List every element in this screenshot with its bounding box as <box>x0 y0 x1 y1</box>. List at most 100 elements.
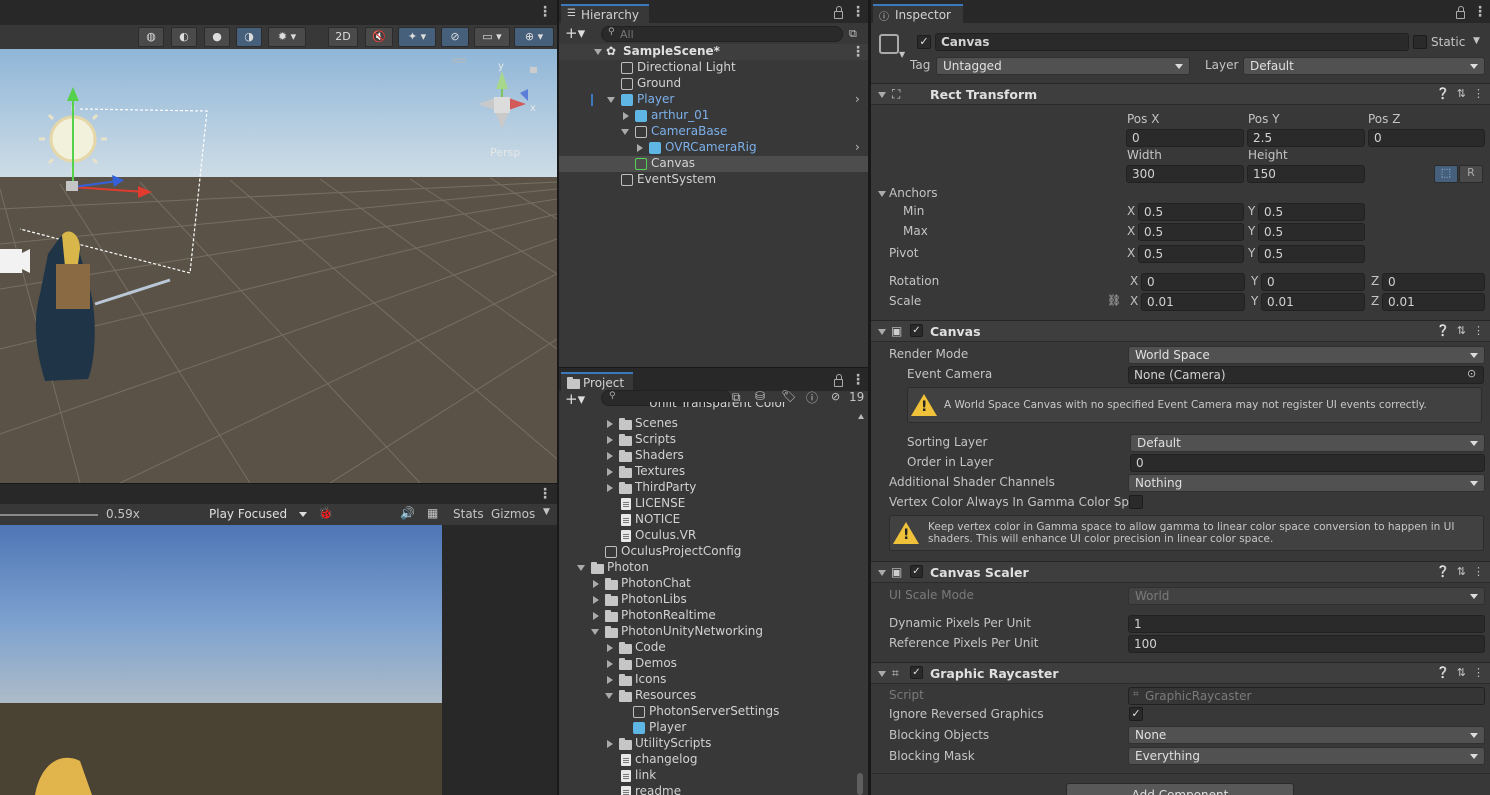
project-row-player-prefab[interactable]: Player <box>559 720 868 736</box>
fold-closed-icon[interactable] <box>607 436 613 444</box>
project-row-oculus-vr[interactable]: Oculus.VR <box>559 528 868 544</box>
filter-type-icon[interactable]: ⛁ <box>755 389 765 403</box>
shaded-wire-button[interactable]: ◍ <box>138 27 164 47</box>
rotation-z-input[interactable]: 0 <box>1382 273 1485 291</box>
object-name-input[interactable]: Canvas <box>935 33 1409 51</box>
chevron-right-icon[interactable]: › <box>855 140 860 154</box>
project-row-textures[interactable]: Textures <box>559 464 868 480</box>
fold-open-icon[interactable] <box>878 570 886 576</box>
fold-open-icon[interactable] <box>577 565 585 571</box>
filter-label-icon[interactable]: 🏷 <box>781 389 796 403</box>
reference-ppu-input[interactable]: 100 <box>1128 635 1485 653</box>
inspector-lock-icon[interactable] <box>1456 6 1465 19</box>
play-mode-dropdown[interactable]: Play Focused <box>202 505 314 523</box>
project-row-link[interactable]: link <box>559 768 868 784</box>
fold-closed-icon[interactable] <box>607 452 613 460</box>
tree-row-canvas[interactable]: Canvas <box>559 156 868 172</box>
rect-transform-header[interactable]: ⛶ Rect Transform ❔ ⇅ ⋮ <box>871 83 1490 105</box>
sorting-layer-dropdown[interactable]: Default <box>1130 434 1485 452</box>
scene-row-menu-icon[interactable]: ⋮ <box>851 44 865 60</box>
project-row-pun[interactable]: PhotonUnityNetworking <box>559 624 868 640</box>
canvas-header[interactable]: ▣ ✓ Canvas ❔ ⇅ ⋮ <box>871 320 1490 342</box>
rotation-x-input[interactable]: 0 <box>1141 273 1245 291</box>
audio-toggle-button[interactable]: 🔇 <box>365 27 393 47</box>
splitter-vertical-left[interactable] <box>557 0 559 795</box>
debug-draw-button[interactable]: ✹ ▾ <box>268 27 306 47</box>
project-row-code[interactable]: Code <box>559 640 868 656</box>
inspector-menu-icon[interactable]: ⋮ <box>1473 4 1487 20</box>
vertex-color-checkbox[interactable] <box>1129 495 1143 509</box>
splitter-horizontal-left[interactable] <box>0 483 557 484</box>
anchor-max-x-input[interactable]: 0.5 <box>1138 223 1244 241</box>
graphic-raycaster-header[interactable]: ⌗ ✓ Graphic Raycaster ❔ ⇅ ⋮ <box>871 662 1490 684</box>
project-row-utilityscripts[interactable]: UtilityScripts <box>559 736 868 752</box>
anchor-min-x-input[interactable]: 0.5 <box>1138 203 1244 221</box>
layer-dropdown[interactable]: Default <box>1243 57 1485 75</box>
fold-open-icon[interactable] <box>605 693 613 699</box>
event-camera-field[interactable]: None (Camera) <box>1128 366 1484 384</box>
canvas-scaler-enabled-checkbox[interactable]: ✓ <box>910 565 923 578</box>
dynamic-ppu-input[interactable]: 1 <box>1128 615 1485 633</box>
project-row-license[interactable]: LICENSE <box>559 496 868 512</box>
gizmos-scene-button[interactable]: ⊕ ▾ <box>514 27 554 47</box>
project-menu-icon[interactable]: ⋮ <box>851 372 865 388</box>
fold-closed-icon[interactable] <box>607 468 613 476</box>
project-row-changelog[interactable]: changelog <box>559 752 868 768</box>
component-header-icons[interactable]: ❔ ⇅ ⋮ <box>1436 87 1484 100</box>
fold-closed-icon[interactable] <box>593 612 599 620</box>
fold-open-icon[interactable] <box>594 49 602 55</box>
splitter-vertical-right[interactable] <box>868 0 871 795</box>
tree-row-ground[interactable]: Ground <box>559 76 868 92</box>
add-component-button[interactable]: Add Component <box>1066 783 1294 795</box>
inspector-tab[interactable]: ⓘ Inspector <box>873 4 963 23</box>
fold-closed-icon[interactable] <box>593 596 599 604</box>
fold-open-icon[interactable] <box>878 329 886 335</box>
hierarchy-lock-icon[interactable] <box>834 6 843 19</box>
project-row-thirdparty[interactable]: ThirdParty <box>559 480 868 496</box>
keyboard-icon[interactable]: ▦ <box>427 506 438 520</box>
project-row-photon[interactable]: Photon <box>559 560 868 576</box>
component-header-icons[interactable]: ❔ ⇅ ⋮ <box>1436 565 1484 578</box>
canvas-scaler-header[interactable]: ▣ ✓ Canvas Scaler ❔ ⇅ ⋮ <box>871 561 1490 583</box>
project-row-resources[interactable]: Resources <box>559 688 868 704</box>
lit-button[interactable]: ◑ <box>236 27 262 47</box>
fold-closed-icon[interactable] <box>607 420 613 428</box>
shader-channels-dropdown[interactable]: Nothing <box>1128 474 1485 492</box>
pos-z-input[interactable]: 0 <box>1368 129 1485 147</box>
anchor-min-y-input[interactable]: 0.5 <box>1258 203 1365 221</box>
bug-icon[interactable]: 🐞 <box>318 506 333 520</box>
project-lock-icon[interactable] <box>834 374 843 387</box>
project-row-demos[interactable]: Demos <box>559 656 868 672</box>
game-menu-icon[interactable]: ⋮ <box>538 486 552 502</box>
fold-open-icon[interactable] <box>878 92 886 98</box>
game-viewport[interactable] <box>0 525 442 795</box>
hierarchy-search-input[interactable]: All <box>601 26 843 42</box>
project-row-scripts[interactable]: Scripts <box>559 432 868 448</box>
scale-slider-track[interactable] <box>0 514 98 516</box>
tag-dropdown[interactable]: Untagged <box>936 57 1190 75</box>
stats-button[interactable]: Stats <box>453 507 484 521</box>
tree-row-arthur[interactable]: arthur_01 <box>559 108 868 124</box>
gizmos-dropdown-icon[interactable]: ▼ <box>543 507 550 517</box>
hierarchy-add-button[interactable]: +▾ <box>565 24 585 42</box>
shaded-button[interactable]: ● <box>204 27 230 47</box>
fold-closed-icon[interactable] <box>623 112 629 120</box>
width-input[interactable]: 300 <box>1126 165 1244 183</box>
shaded-half-button[interactable]: ◐ <box>171 27 197 47</box>
mute-audio-icon[interactable]: 🔊 <box>400 506 415 520</box>
height-input[interactable]: 150 <box>1247 165 1365 183</box>
project-row-photonrealtime[interactable]: PhotonRealtime <box>559 608 868 624</box>
active-checkbox[interactable]: ✓ <box>917 35 931 49</box>
project-row-photonserversettings[interactable]: PhotonServerSettings <box>559 704 868 720</box>
fold-closed-icon[interactable] <box>607 484 613 492</box>
fold-closed-icon[interactable] <box>607 660 613 668</box>
tree-row-samplescene[interactable]: ✿ SampleScene* ⋮ <box>559 44 868 60</box>
pivot-x-input[interactable]: 0.5 <box>1138 245 1244 263</box>
fold-closed-icon[interactable] <box>593 580 599 588</box>
scene-menu-icon[interactable]: ⋮ <box>538 4 552 20</box>
project-row-scenes[interactable]: Scenes <box>559 416 868 432</box>
pos-y-input[interactable]: 2.5 <box>1247 129 1365 147</box>
visibility-toggle-button[interactable]: ⊘ <box>441 27 469 47</box>
project-row-oculus-config[interactable]: OculusProjectConfig <box>559 544 868 560</box>
project-row-icons[interactable]: Icons <box>559 672 868 688</box>
